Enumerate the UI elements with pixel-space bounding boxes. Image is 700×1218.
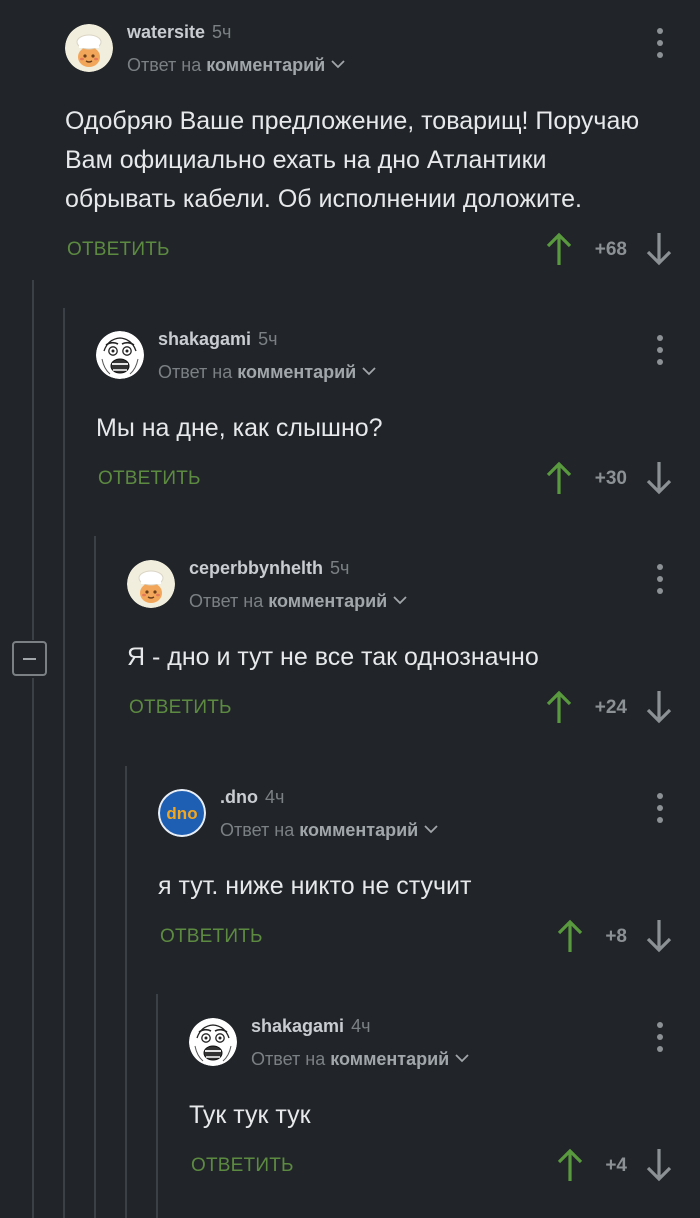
- svg-text:dno: dno: [166, 804, 197, 823]
- more-options-button[interactable]: [652, 335, 668, 365]
- chevron-down-icon: [455, 1054, 469, 1063]
- rage-face-avatar-icon[interactable]: [96, 331, 144, 379]
- reply-to-link[interactable]: Ответ на комментарий: [251, 1049, 469, 1070]
- comment-text: Мы на дне, как слышно?: [96, 414, 383, 442]
- more-options-button[interactable]: [652, 564, 668, 594]
- thread-line-level-1-lower: [32, 678, 34, 1218]
- reply-button[interactable]: ОТВЕТИТЬ: [98, 468, 201, 490]
- reply-to-link[interactable]: Ответ на комментарий: [158, 362, 376, 383]
- collapse-thread-button[interactable]: [12, 641, 47, 676]
- comment-text: Я - дно и тут не все так однозначно: [127, 643, 539, 671]
- vote-score: +68: [594, 239, 627, 260]
- downvote-arrow-icon[interactable]: [646, 461, 672, 495]
- reply-to-link[interactable]: Ответ на комментарий: [127, 55, 345, 76]
- chevron-down-icon: [424, 825, 438, 834]
- more-options-button[interactable]: [652, 1022, 668, 1052]
- comment-text: Одобряю Ваше предложение, товарищ! Поруч…: [65, 107, 640, 213]
- upvote-arrow-icon[interactable]: [546, 461, 572, 495]
- reply-button[interactable]: ОТВЕТИТЬ: [191, 1155, 294, 1177]
- thread-line-level-2: [63, 308, 65, 1218]
- downvote-arrow-icon[interactable]: [646, 1148, 672, 1182]
- comment-time: 4ч: [265, 787, 285, 807]
- chef-avatar-icon[interactable]: [127, 560, 175, 608]
- comment: shakagami 5ч Ответ на комментарий Мы на д…: [96, 329, 700, 499]
- reply-to-link[interactable]: Ответ на комментарий: [220, 820, 438, 841]
- comment-username[interactable]: watersite 5ч: [127, 22, 231, 43]
- comment-username[interactable]: .dno 4ч: [220, 787, 284, 808]
- comment-username[interactable]: shakagami 5ч: [158, 329, 277, 350]
- reply-button[interactable]: ОТВЕТИТЬ: [129, 697, 232, 719]
- comment-text: Тук тук тук: [189, 1101, 311, 1129]
- comment-time: 5ч: [212, 22, 232, 42]
- upvote-arrow-icon[interactable]: [546, 690, 572, 724]
- comment: dno .dno 4ч Ответ на комментарий я тут. н…: [158, 787, 700, 957]
- upvote-arrow-icon[interactable]: [557, 1148, 583, 1182]
- chef-avatar-icon[interactable]: [65, 24, 113, 72]
- downvote-arrow-icon[interactable]: [646, 690, 672, 724]
- comment-time: 5ч: [330, 558, 350, 578]
- comment-time: 4ч: [351, 1016, 371, 1036]
- chevron-down-icon: [393, 596, 407, 605]
- dno-logo-avatar-icon[interactable]: dno: [158, 789, 206, 837]
- comment-time: 5ч: [258, 329, 278, 349]
- thread-line-level-5: [156, 994, 158, 1218]
- thread-line-level-3: [94, 536, 96, 1218]
- upvote-arrow-icon[interactable]: [546, 232, 572, 266]
- vote-score: +30: [594, 468, 627, 489]
- reply-button[interactable]: ОТВЕТИТЬ: [160, 926, 263, 948]
- reply-to-link[interactable]: Ответ на комментарий: [189, 591, 407, 612]
- comment-username[interactable]: shakagami 4ч: [251, 1016, 370, 1037]
- chevron-down-icon: [331, 60, 345, 69]
- comment-username[interactable]: ceperbbynhelth 5ч: [189, 558, 349, 579]
- more-options-button[interactable]: [652, 28, 668, 58]
- comment-text: я тут. ниже никто не стучит: [158, 872, 472, 900]
- reply-button[interactable]: ОТВЕТИТЬ: [67, 239, 170, 261]
- minus-icon: [23, 657, 36, 660]
- chevron-down-icon: [362, 367, 376, 376]
- comment: shakagami 4ч Ответ на комментарий Тук тук…: [189, 1016, 700, 1201]
- downvote-arrow-icon[interactable]: [646, 919, 672, 953]
- vote-score: +24: [594, 697, 627, 718]
- vote-score: +4: [605, 1155, 627, 1176]
- more-options-button[interactable]: [652, 793, 668, 823]
- vote-score: +8: [605, 926, 627, 947]
- downvote-arrow-icon[interactable]: [646, 232, 672, 266]
- upvote-arrow-icon[interactable]: [557, 919, 583, 953]
- comment: watersite 5ч Ответ на комментарий Одобряю…: [65, 22, 700, 267]
- thread-line-level-1: [32, 280, 34, 640]
- comment: ceperbbynhelth 5ч Ответ на комментарий Я …: [127, 558, 700, 728]
- thread-line-level-4: [125, 766, 127, 1218]
- rage-face-avatar-icon[interactable]: [189, 1018, 237, 1066]
